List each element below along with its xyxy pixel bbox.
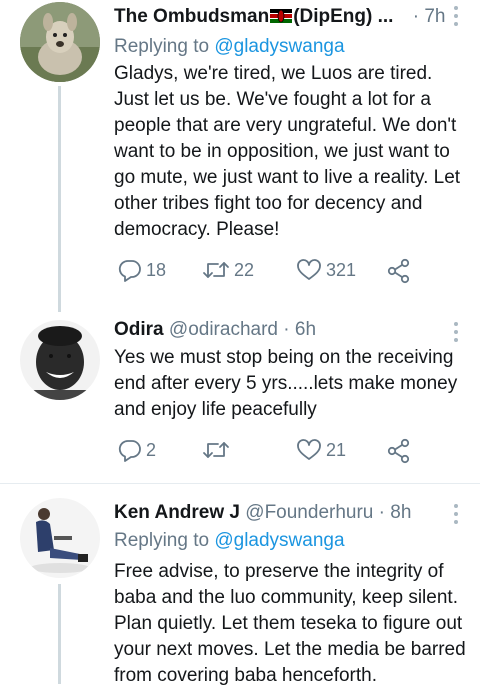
timestamp[interactable]: 8h: [390, 502, 411, 523]
retweet-button[interactable]: 22: [202, 258, 254, 282]
reply-icon: [118, 440, 141, 462]
share-button[interactable]: [386, 438, 412, 464]
separator-dot: ·: [412, 6, 420, 27]
tweet-text: Free advise, to preserve the integrity o…: [114, 561, 466, 686]
avatar[interactable]: [20, 498, 100, 578]
replying-to-label: Replying to: [114, 530, 210, 551]
like-button[interactable]: 21: [296, 438, 346, 462]
retweet-icon: [203, 442, 229, 458]
reply-button[interactable]: 2: [118, 438, 156, 462]
thread-line: [58, 86, 61, 312]
reply-count: 18: [146, 259, 167, 280]
heart-icon: [297, 259, 321, 280]
kenya-flag-icon: [270, 6, 293, 23]
replying-to-mention[interactable]: @gladyswanga: [214, 36, 344, 57]
reply-count: 2: [146, 439, 157, 460]
reply-icon: [118, 260, 141, 282]
more-options-icon[interactable]: [454, 322, 458, 346]
retweet-count: 22: [234, 259, 255, 280]
avatar-image: [20, 320, 100, 400]
separator-dot: ·: [283, 319, 290, 340]
tweet-text: Gladys, we're tired, we Luos are tired. …: [114, 63, 461, 240]
replying-to: Replying to @gladyswanga: [114, 529, 345, 553]
like-count: 21: [326, 439, 347, 460]
tweet-actions: 18 22 321: [114, 258, 444, 288]
share-icon: [387, 258, 410, 284]
tweet-actions: 2 21: [114, 438, 444, 468]
replying-to: Replying to @gladyswanga: [114, 35, 345, 59]
tweet-text: Yes we must stop being on the receiving …: [114, 347, 458, 420]
tweet-3[interactable]: Ken Andrew J @Founderhuru · 8h Replying …: [0, 484, 480, 686]
tweet-1[interactable]: The Ombudsman (DipEng) ... · 7h Replying…: [0, 0, 480, 312]
share-button[interactable]: [386, 258, 412, 284]
display-name-suffix: (DipEng): [293, 6, 373, 27]
avatar[interactable]: [20, 320, 100, 400]
replying-to-label: Replying to: [114, 36, 210, 57]
share-icon: [387, 438, 410, 464]
name-ellipsis: ...: [377, 6, 394, 27]
avatar-image: [20, 2, 100, 82]
timestamp[interactable]: 6h: [295, 319, 316, 340]
thread-line: [58, 584, 61, 684]
avatar[interactable]: [20, 2, 100, 82]
tweet-2[interactable]: Odira @odirachard · 6h Yes we must stop …: [0, 312, 480, 480]
avatar-image: [20, 498, 100, 578]
heart-icon: [297, 439, 321, 460]
tweet-header: The Ombudsman (DipEng) ... · 7h: [114, 5, 456, 29]
like-count: 321: [326, 259, 357, 280]
retweet-icon: [203, 262, 229, 278]
separator-dot: ·: [378, 502, 385, 523]
display-name[interactable]: The Ombudsman: [114, 6, 269, 27]
more-options-icon[interactable]: [454, 504, 458, 528]
replying-to-mention[interactable]: @gladyswanga: [214, 530, 344, 551]
user-handle[interactable]: @odirachard: [169, 319, 278, 340]
timestamp[interactable]: 7h: [424, 6, 445, 27]
user-handle[interactable]: @Founderhuru: [245, 502, 373, 523]
display-name[interactable]: Odira: [114, 319, 164, 340]
reply-button[interactable]: 18: [118, 258, 166, 282]
more-options-icon[interactable]: [454, 6, 458, 30]
tweet-header: Odira @odirachard · 6h: [114, 318, 456, 342]
display-name[interactable]: Ken Andrew J: [114, 502, 240, 523]
retweet-button[interactable]: [202, 438, 234, 462]
like-button[interactable]: 321: [296, 258, 356, 282]
tweet-header: Ken Andrew J @Founderhuru · 8h: [114, 501, 456, 525]
